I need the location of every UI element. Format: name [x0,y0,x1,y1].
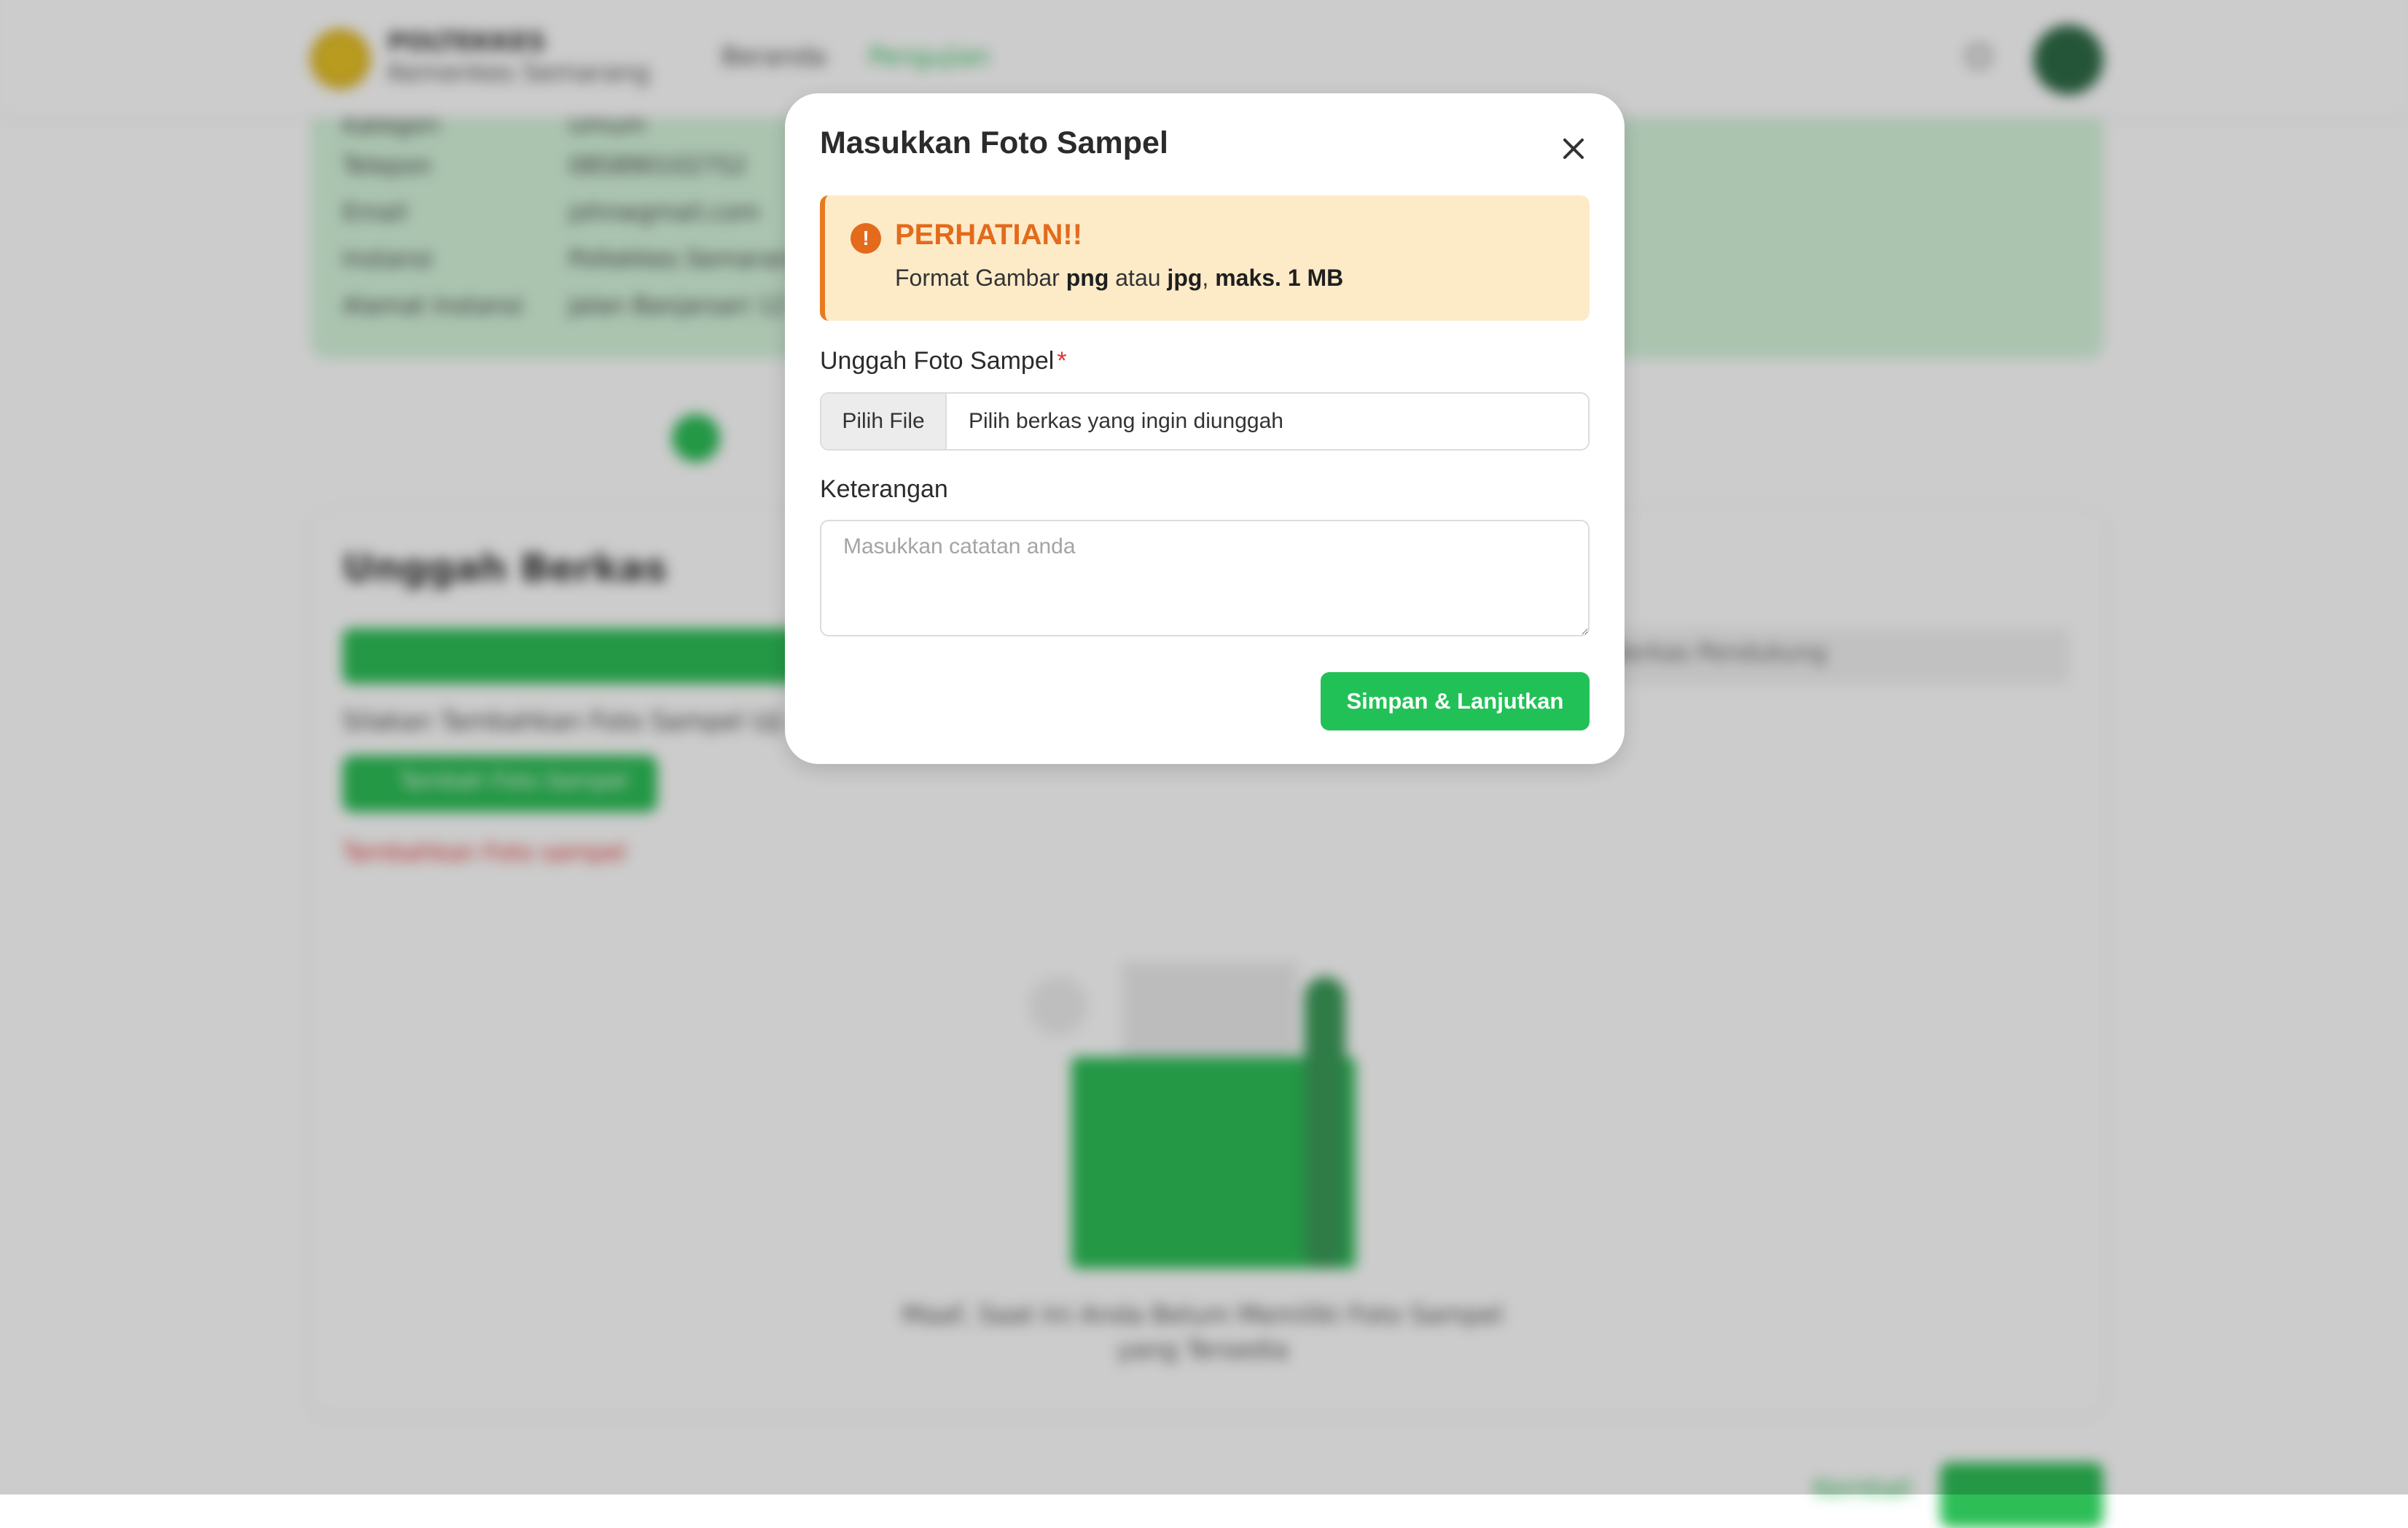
alert-text: Format Gambar png atau jpg, maks. 1 MB [895,265,1344,291]
alert-title: PERHATIAN!! [895,219,1083,251]
modal-title: Masukkan Foto Sampel [820,125,1168,160]
upload-label: Unggah Foto Sampel * [820,347,1067,375]
upload-photo-modal: Masukkan Foto Sampel ! PERHATIAN!! Forma… [785,93,1625,764]
choose-file-button[interactable]: Pilih File [821,394,947,449]
save-and-continue-button[interactable]: Simpan & Lanjutkan [1321,672,1590,730]
note-label: Keterangan [820,475,948,503]
close-icon[interactable] [1550,125,1594,169]
file-input[interactable]: Pilih File Pilih berkas yang ingin diung… [820,392,1590,451]
format-alert: ! PERHATIAN!! Format Gambar png atau jpg… [820,195,1590,321]
exclamation-circle-icon: ! [851,223,881,254]
file-placeholder: Pilih berkas yang ingin diunggah [969,409,1283,433]
required-mark: * [1057,347,1067,375]
note-textarea[interactable] [820,520,1590,636]
